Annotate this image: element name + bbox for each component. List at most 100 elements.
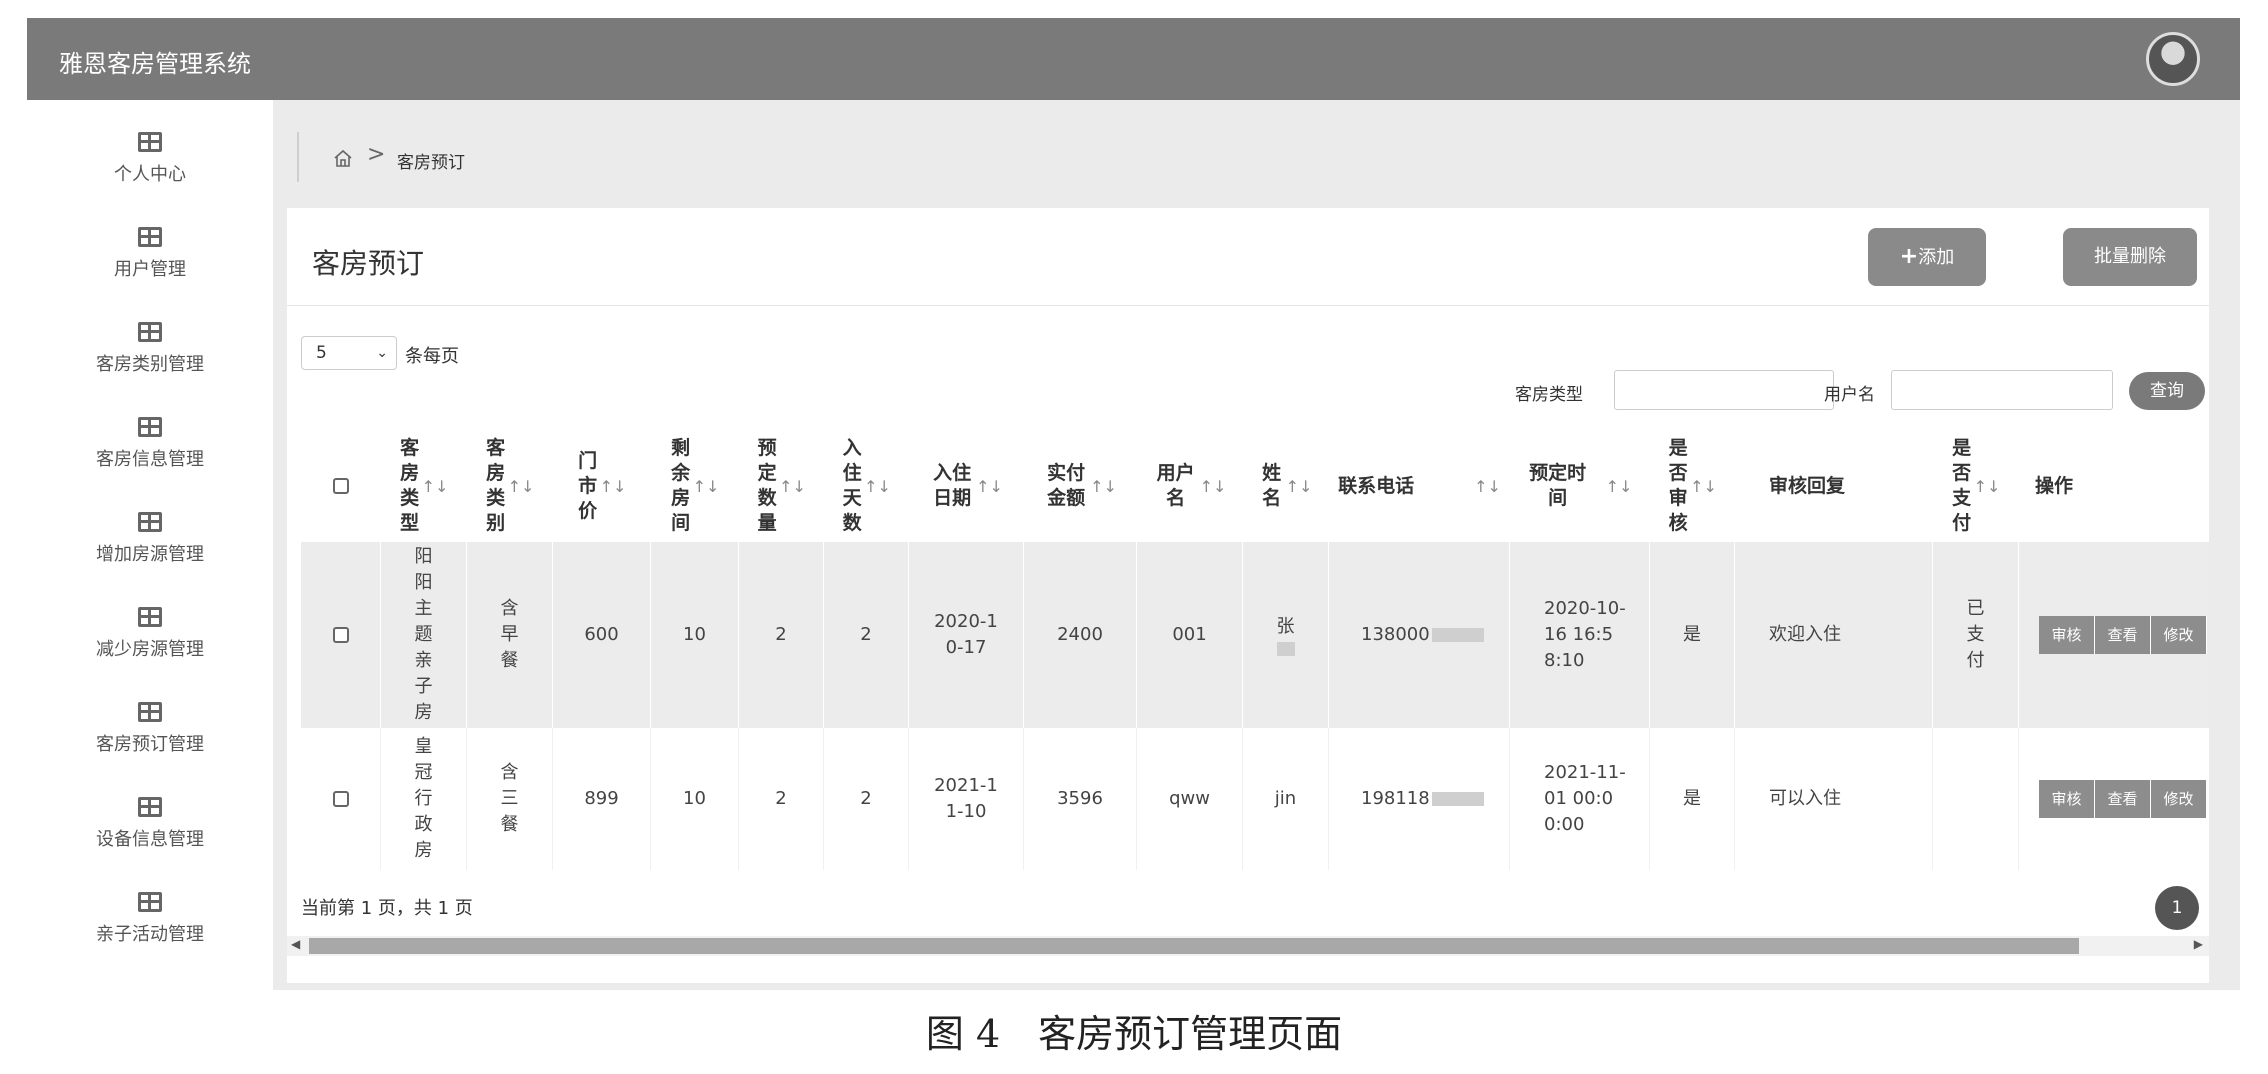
- column-header[interactable]: 入住天数 ↑↓: [824, 430, 909, 542]
- page-size-select[interactable]: 5 ⌄: [301, 336, 397, 370]
- edit-button[interactable]: 修改: [2151, 616, 2207, 654]
- cell-reply: 欢迎入住: [1735, 542, 1933, 728]
- cell-room-category: 含早餐: [467, 542, 553, 728]
- sort-icon[interactable]: ↑↓: [1690, 474, 1717, 499]
- column-header[interactable]: 实付金额 ↑↓: [1024, 430, 1137, 542]
- column-header[interactable]: 客房类别 ↑↓: [467, 430, 553, 542]
- booking-table: 客房类型 ↑↓ 客房类别 ↑↓ 门市价 ↑↓ 剩余房间 ↑↓ 预定数量 ↑↓ 入住天数 ↑↓…: [301, 430, 2209, 870]
- main-content: > 客房预订 客房预订 +添加 批量删除 5 ⌄ 条每页 客房类型 用户名 查询: [273, 100, 2240, 990]
- cell-room-type: 皇冠行政房: [381, 728, 467, 870]
- row-checkbox[interactable]: [332, 791, 349, 807]
- cell-checkin-date: 2021-11-10: [909, 728, 1024, 870]
- sort-icon[interactable]: ↑↓: [1200, 474, 1227, 499]
- edit-button[interactable]: 修改: [2151, 780, 2207, 818]
- select-all-checkbox[interactable]: [333, 478, 349, 494]
- username-input[interactable]: [1891, 370, 2113, 410]
- sort-icon[interactable]: ↑↓: [1474, 474, 1501, 499]
- sidebar-item-label: 客房预订管理: [96, 734, 204, 755]
- row-actions: 审核 查看 修改: [2039, 728, 2207, 870]
- column-header[interactable]: 是否审核 ↑↓: [1650, 430, 1735, 542]
- redacted-mark: [1431, 628, 1484, 642]
- review-button[interactable]: 审核: [2039, 780, 2095, 818]
- table-icon: [138, 417, 162, 437]
- pagination-info: 当前第 1 页，共 1 页: [301, 898, 473, 919]
- page-button-1[interactable]: 1: [2155, 886, 2199, 930]
- column-header[interactable]: 姓名 ↑↓: [1243, 430, 1329, 542]
- sort-icon[interactable]: ↑↓: [976, 474, 1003, 499]
- scroll-left-icon[interactable]: ◀: [291, 937, 300, 951]
- view-button[interactable]: 查看: [2095, 780, 2151, 818]
- sidebar-item-label: 个人中心: [114, 164, 186, 185]
- sort-icon[interactable]: ↑↓: [1286, 474, 1313, 499]
- sort-icon[interactable]: ↑↓: [508, 474, 535, 499]
- cell-name: 张: [1243, 542, 1329, 728]
- sidebar-item-label: 亲子活动管理: [96, 924, 204, 945]
- sidebar-item-label: 客房类别管理: [96, 354, 204, 375]
- room-type-input[interactable]: [1614, 370, 1834, 410]
- sidebar-item-room-category[interactable]: 客房类别管理: [27, 302, 273, 397]
- table-icon: [138, 892, 162, 912]
- column-header[interactable]: 客房类型 ↑↓: [381, 430, 467, 542]
- sort-icon[interactable]: ↑↓: [1090, 474, 1117, 499]
- booking-panel: 客房预订 +添加 批量删除 5 ⌄ 条每页 客房类型 用户名 查询 客房类型 ↑↓…: [287, 208, 2209, 983]
- sort-icon[interactable]: ↑↓: [1606, 474, 1633, 499]
- column-header[interactable]: 用户名 ↑↓: [1137, 430, 1243, 542]
- add-button-label: 添加: [1918, 247, 1955, 268]
- sidebar-item-room-booking[interactable]: 客房预订管理: [27, 682, 273, 777]
- sidebar-item-equipment[interactable]: 设备信息管理: [27, 777, 273, 872]
- cell-payment: [1933, 728, 2019, 870]
- sort-icon[interactable]: ↑↓: [779, 474, 806, 499]
- cell-quantity: 2: [739, 728, 824, 870]
- scroll-right-icon[interactable]: ▶: [2194, 937, 2203, 951]
- page-size-label: 条每页: [405, 346, 459, 367]
- sidebar-item-room-info[interactable]: 客房信息管理: [27, 397, 273, 492]
- cell-phone: 138000: [1329, 542, 1510, 728]
- sidebar-item-family-activities[interactable]: 亲子活动管理: [27, 872, 273, 967]
- sidebar-item-add-rooms[interactable]: 增加房源管理: [27, 492, 273, 587]
- column-header[interactable]: 是否支付 ↑↓: [1933, 430, 2019, 542]
- sidebar-item-personal-center[interactable]: 个人中心: [27, 112, 273, 207]
- sort-icon[interactable]: ↑↓: [422, 474, 449, 499]
- cell-room-category: 含三餐: [467, 728, 553, 870]
- add-button[interactable]: +添加: [1868, 228, 1986, 286]
- column-header[interactable]: 入住日期 ↑↓: [909, 430, 1024, 542]
- sidebar-item-label: 减少房源管理: [96, 639, 204, 660]
- plus-icon: +: [1899, 244, 1919, 269]
- home-icon[interactable]: [333, 148, 353, 168]
- query-button[interactable]: 查询: [2129, 372, 2205, 410]
- sidebar-item-user-management[interactable]: 用户管理: [27, 207, 273, 302]
- batch-delete-button[interactable]: 批量删除: [2063, 228, 2197, 286]
- column-header[interactable]: 联系电话 ↑↓: [1329, 430, 1510, 542]
- sort-icon[interactable]: ↑↓: [1974, 474, 2001, 499]
- sidebar-item-label: 客房信息管理: [96, 449, 204, 470]
- row-checkbox[interactable]: [332, 627, 349, 643]
- cell-days: 2: [824, 542, 909, 728]
- sort-icon[interactable]: ↑↓: [693, 474, 720, 499]
- breadcrumb-current: 客房预订: [397, 153, 465, 173]
- column-header[interactable]: 门市价 ↑↓: [553, 430, 651, 542]
- column-header[interactable]: 预定数量 ↑↓: [739, 430, 824, 542]
- sort-icon[interactable]: ↑↓: [600, 474, 627, 499]
- row-select-cell: [301, 728, 381, 870]
- view-button[interactable]: 查看: [2095, 616, 2151, 654]
- table-icon: [138, 797, 162, 817]
- cell-checkin-date: 2020-10-17: [909, 542, 1024, 728]
- redacted-mark: [1276, 642, 1295, 656]
- scrollbar-thumb[interactable]: [309, 938, 2079, 954]
- page-title: 客房预订: [312, 247, 425, 280]
- room-type-label: 客房类型: [1515, 385, 1583, 405]
- column-header[interactable]: 剩余房间 ↑↓: [651, 430, 739, 542]
- sort-icon[interactable]: ↑↓: [864, 474, 891, 499]
- chevron-down-icon: ⌄: [376, 345, 388, 361]
- review-button[interactable]: 审核: [2039, 616, 2095, 654]
- table-icon: [138, 512, 162, 532]
- column-header[interactable]: 预定时间 ↑↓: [1510, 430, 1650, 542]
- figure-caption: 图 4 客房预订管理页面: [925, 1012, 1343, 1056]
- horizontal-scrollbar[interactable]: ◀ ▶: [287, 936, 2209, 956]
- table-icon: [138, 322, 162, 342]
- breadcrumb-separator: >: [367, 142, 386, 167]
- cell-reviewed: 是: [1650, 542, 1735, 728]
- sidebar: 个人中心 用户管理 客房类别管理 客房信息管理 增加房源管理 减少房源管理 客房…: [27, 100, 273, 990]
- sidebar-item-reduce-rooms[interactable]: 减少房源管理: [27, 587, 273, 682]
- avatar[interactable]: [2146, 32, 2200, 86]
